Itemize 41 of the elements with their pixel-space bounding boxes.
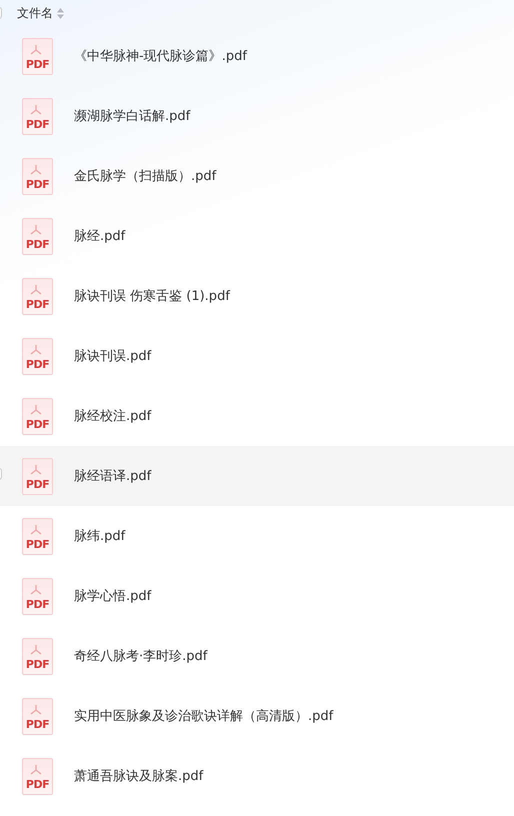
pdf-file-icon: PDF [22, 338, 53, 374]
pdf-file-icon: PDF [22, 458, 53, 494]
pdf-file-icon: PDF [22, 698, 53, 734]
pdf-file-icon: PDF [22, 398, 53, 434]
pdf-file-icon: PDF [22, 278, 53, 314]
file-row[interactable]: PDF 脉纬.pdf [0, 506, 514, 566]
file-name[interactable]: 脉经语译.pdf [74, 467, 152, 485]
file-row[interactable]: PDF 金氏脉学（扫描版）.pdf [0, 146, 514, 206]
file-row[interactable]: PDF 《中华脉神-现代脉诊篇》.pdf [0, 26, 514, 86]
pdf-file-icon: PDF [22, 578, 53, 614]
file-row[interactable]: PDF 脉经语译.pdf [0, 446, 514, 506]
file-name[interactable]: 奇经八脉考·李时珍.pdf [74, 647, 208, 665]
file-row[interactable]: PDF 脉经校注.pdf [0, 386, 514, 446]
file-row[interactable]: PDF 萧通吾脉诀及脉案.pdf [0, 746, 514, 806]
file-row[interactable]: PDF 实用中医脉象及诊治歌诀详解（高清版）.pdf [0, 686, 514, 746]
file-name[interactable]: 《中华脉神-现代脉诊篇》.pdf [74, 47, 247, 65]
file-name[interactable]: 濒湖脉学白话解.pdf [74, 107, 190, 125]
pdf-file-icon: PDF [22, 158, 53, 194]
file-name[interactable]: 萧通吾脉诀及脉案.pdf [74, 767, 204, 785]
sort-icon[interactable] [57, 8, 64, 18]
file-name[interactable]: 脉纬.pdf [74, 527, 126, 545]
file-name[interactable]: 实用中医脉象及诊治歌诀详解（高清版）.pdf [74, 707, 334, 725]
pdf-file-icon: PDF [22, 518, 53, 554]
file-row[interactable]: PDF 脉诀刊误.pdf [0, 326, 514, 386]
file-name[interactable]: 脉诀刊误 伤寒舌鉴 (1).pdf [74, 287, 230, 305]
pdf-file-icon: PDF [22, 38, 53, 74]
file-name[interactable]: 脉学心悟.pdf [74, 587, 152, 605]
file-name[interactable]: 金氏脉学（扫描版）.pdf [74, 167, 216, 185]
pdf-file-icon: PDF [22, 758, 53, 794]
file-row[interactable]: PDF 濒湖脉学白话解.pdf [0, 86, 514, 146]
file-name[interactable]: 脉诀刊误.pdf [74, 347, 152, 365]
pdf-file-icon: PDF [22, 218, 53, 254]
file-name[interactable]: 脉经校注.pdf [74, 407, 152, 425]
file-row[interactable]: PDF 脉经.pdf [0, 206, 514, 266]
file-row[interactable]: PDF 奇经八脉考·李时珍.pdf [0, 626, 514, 686]
file-name[interactable]: 脉经.pdf [74, 227, 126, 245]
file-row[interactable]: PDF 脉学心悟.pdf [0, 566, 514, 626]
file-row[interactable]: PDF 脉诀刊误 伤寒舌鉴 (1).pdf [0, 266, 514, 326]
pdf-file-icon: PDF [22, 638, 53, 674]
column-header[interactable]: 文件名 [17, 4, 53, 22]
pdf-file-icon: PDF [22, 98, 53, 134]
